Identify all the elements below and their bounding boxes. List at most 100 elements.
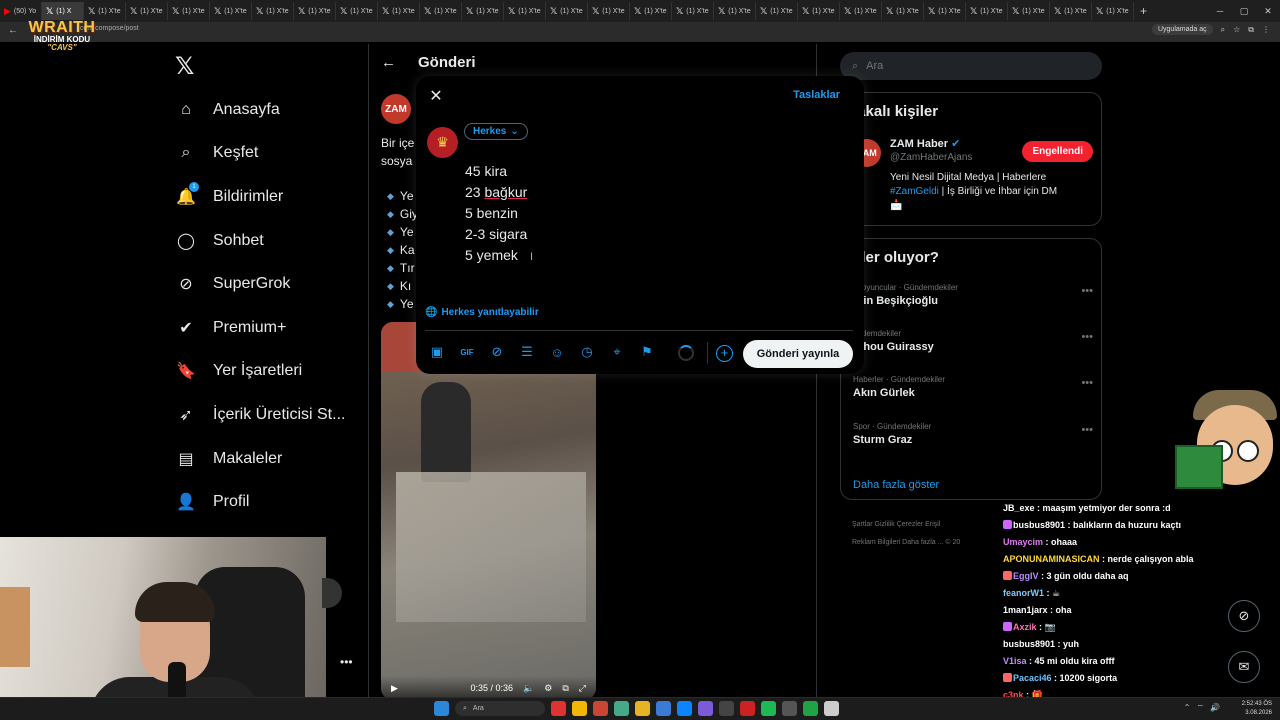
blocked-button[interactable]: Engellendi (1022, 141, 1093, 162)
flag-icon[interactable]: ⚑ (638, 343, 656, 361)
compose-textarea[interactable]: 45 kira 23 bağkur 5 benzin 2-3 sigara 5 … (465, 161, 527, 266)
more-icon[interactable]: ••• (1081, 377, 1093, 389)
browser-tab[interactable]: 𝕏 (1) X'te (336, 2, 378, 20)
play-icon[interactable]: ▶ (391, 683, 398, 694)
app-icon[interactable] (593, 701, 608, 716)
browser-tab[interactable]: 𝕏 (1) X'te (420, 2, 462, 20)
app-icon[interactable] (614, 701, 629, 716)
browser-tab[interactable]: 𝕏 (1) X'te (378, 2, 420, 20)
browser-tab[interactable]: 𝕏 (1) X'te (126, 2, 168, 20)
drafts-button[interactable]: Taslaklar (793, 89, 840, 101)
pip-icon[interactable]: ⧉ (562, 683, 568, 694)
browser-tab[interactable]: 𝕏 (1) X'te (504, 2, 546, 20)
location-icon[interactable]: ⌖ (608, 343, 626, 361)
volume-icon[interactable]: 🔈 (523, 683, 534, 694)
app-icon[interactable] (740, 701, 755, 716)
browser-tab[interactable]: 𝕏 (1) X'te (168, 2, 210, 20)
browser-tab[interactable]: 𝕏 (1) X'te (294, 2, 336, 20)
sidebar-item-6[interactable]: ✔ Premium+ (175, 306, 345, 350)
chrome-icon[interactable] (572, 701, 587, 716)
browser-tab[interactable]: 𝕏 (1) X'te (840, 2, 882, 20)
post-button[interactable]: Gönderi yayınla (743, 340, 853, 368)
browser-tab[interactable]: 𝕏 (1) X'te (630, 2, 672, 20)
app-icon[interactable] (656, 701, 671, 716)
close-window-icon[interactable]: ✕ (1256, 0, 1280, 22)
app-icon[interactable] (698, 701, 713, 716)
show-more-link[interactable]: Daha fazla göster (853, 479, 939, 491)
trend-item[interactable]: ündemdekiler erhou Guirassy ••• (853, 329, 1093, 353)
x-logo-icon[interactable]: 𝕏 (175, 52, 199, 80)
sidebar-item-3[interactable]: 🔔 1 Bildirimler (175, 175, 345, 219)
sidebar-item-4[interactable]: ◯ Sohbet (175, 219, 345, 263)
sidebar-item-10[interactable]: 👤 Profil (175, 480, 345, 524)
messages-fab-icon[interactable]: ✉ (1228, 651, 1260, 683)
browser-tab[interactable]: 𝕏 (1) X'te (84, 2, 126, 20)
sidebar-item-2[interactable]: ⌕ Keşfet (175, 132, 345, 176)
chat-username[interactable]: APONUNAMINASICAN (1003, 554, 1100, 564)
volume-icon[interactable]: 🔊 (1210, 703, 1220, 713)
extensions-icon[interactable]: ⧉ (1248, 25, 1254, 35)
more-icon[interactable]: ••• (1081, 331, 1093, 343)
emoji-icon[interactable]: ☺ (548, 343, 566, 361)
chat-username[interactable]: JB_exe (1003, 503, 1035, 513)
taskbar-clock[interactable]: 2:52:43 ÖS 3.08.2026 (1242, 700, 1272, 718)
close-icon[interactable]: ✕ (426, 86, 446, 106)
schedule-icon[interactable]: ◷ (578, 343, 596, 361)
chat-username[interactable]: feanorW1 (1003, 588, 1044, 598)
app-icon[interactable] (719, 701, 734, 716)
new-tab-icon[interactable]: + (1134, 4, 1153, 18)
browser-tab[interactable]: 𝕏 (1) X'te (798, 2, 840, 20)
author-avatar[interactable]: ZAM (381, 94, 411, 124)
browser-tab[interactable]: ▶ (50) Yo (0, 2, 42, 20)
settings-icon[interactable]: ⚙ (544, 683, 552, 694)
folder-icon[interactable] (635, 701, 650, 716)
edge-icon[interactable] (677, 701, 692, 716)
browser-tab[interactable]: 𝕏 (1) X'te (252, 2, 294, 20)
browser-tab[interactable]: 𝕏 (1) X'te (672, 2, 714, 20)
chat-username[interactable]: busbus8901 (1013, 520, 1065, 530)
sidebar-item-5[interactable]: ⊘ SuperGrok (175, 262, 345, 306)
grok-icon[interactable]: ⊘ (488, 343, 506, 361)
browser-tab[interactable]: 𝕏 (1) X'te (546, 2, 588, 20)
menu-icon[interactable]: ⋮ (1262, 25, 1270, 34)
browser-tab[interactable]: 𝕏 (1) X'te (714, 2, 756, 20)
browser-tab[interactable]: 𝕏 (1) X'te (756, 2, 798, 20)
app-icon[interactable] (551, 701, 566, 716)
grok-fab-icon[interactable]: ⊘ (1228, 600, 1260, 632)
more-icon[interactable]: ••• (340, 655, 353, 669)
sidebar-item-9[interactable]: ▤ Makaleler (175, 437, 345, 481)
sidebar-item-7[interactable]: 🔖 Yer İşaretleri (175, 350, 345, 394)
sidebar-item-1[interactable]: ⌂ Anasayfa (175, 88, 345, 132)
browser-tab[interactable]: 𝕏 (1) X'te (210, 2, 252, 20)
star-icon[interactable]: ☆ (1233, 25, 1240, 34)
browser-tab[interactable]: 𝕏 (1) X'te (966, 2, 1008, 20)
browser-tab[interactable]: 𝕏 (1) X'te (462, 2, 504, 20)
browser-tab[interactable]: 𝕏 (1) X (42, 2, 84, 20)
trend-item[interactable]: Haberler · Gündemdekiler Akın Gürlek ••• (853, 375, 1093, 399)
chat-username[interactable]: Axzik (1013, 622, 1037, 632)
browser-tab[interactable]: 𝕏 (1) X'te (1008, 2, 1050, 20)
sidebar-item-8[interactable]: ➶ İçerik Üreticisi St... (175, 393, 345, 437)
chevron-up-icon[interactable]: ⌃ (1184, 703, 1191, 713)
windows-start-icon[interactable] (434, 701, 449, 716)
zoom-icon[interactable]: ⌕ (1221, 25, 1225, 35)
spotify-icon[interactable] (761, 701, 776, 716)
minimize-icon[interactable]: ─ (1208, 0, 1232, 22)
open-in-app-button[interactable]: Uygulamada aç (1151, 24, 1213, 35)
browser-tab[interactable]: 𝕏 (1) X'te (1092, 2, 1134, 20)
gif-icon[interactable]: GIF (458, 343, 476, 361)
chat-username[interactable]: Pacaci46 (1013, 673, 1052, 683)
post-video[interactable]: ▶ 0:35 / 0:36 🔈 ⚙ ⧉ ⤢ (381, 322, 596, 700)
search-input[interactable]: ⌕ Ara (840, 52, 1102, 80)
chat-username[interactable]: EggIV (1013, 571, 1039, 581)
maximize-icon[interactable]: ▢ (1232, 0, 1256, 22)
back-icon[interactable]: ← (8, 25, 18, 36)
trend-item[interactable]: Spor · Gündemdekiler Sturm Graz ••• (853, 422, 1093, 446)
chat-username[interactable]: busbus8901 (1003, 639, 1055, 649)
reply-setting[interactable]: 🌐 Herkes yanıtlayabilir (425, 307, 539, 318)
image-icon[interactable]: ▣ (428, 343, 446, 361)
app-icon[interactable] (803, 701, 818, 716)
browser-tab[interactable]: 𝕏 (1) X'te (924, 2, 966, 20)
trend-item[interactable]: rk oyuncular · Gündemdekiler erin Beşikçi… (853, 283, 1093, 307)
more-icon[interactable]: ••• (1081, 424, 1093, 436)
